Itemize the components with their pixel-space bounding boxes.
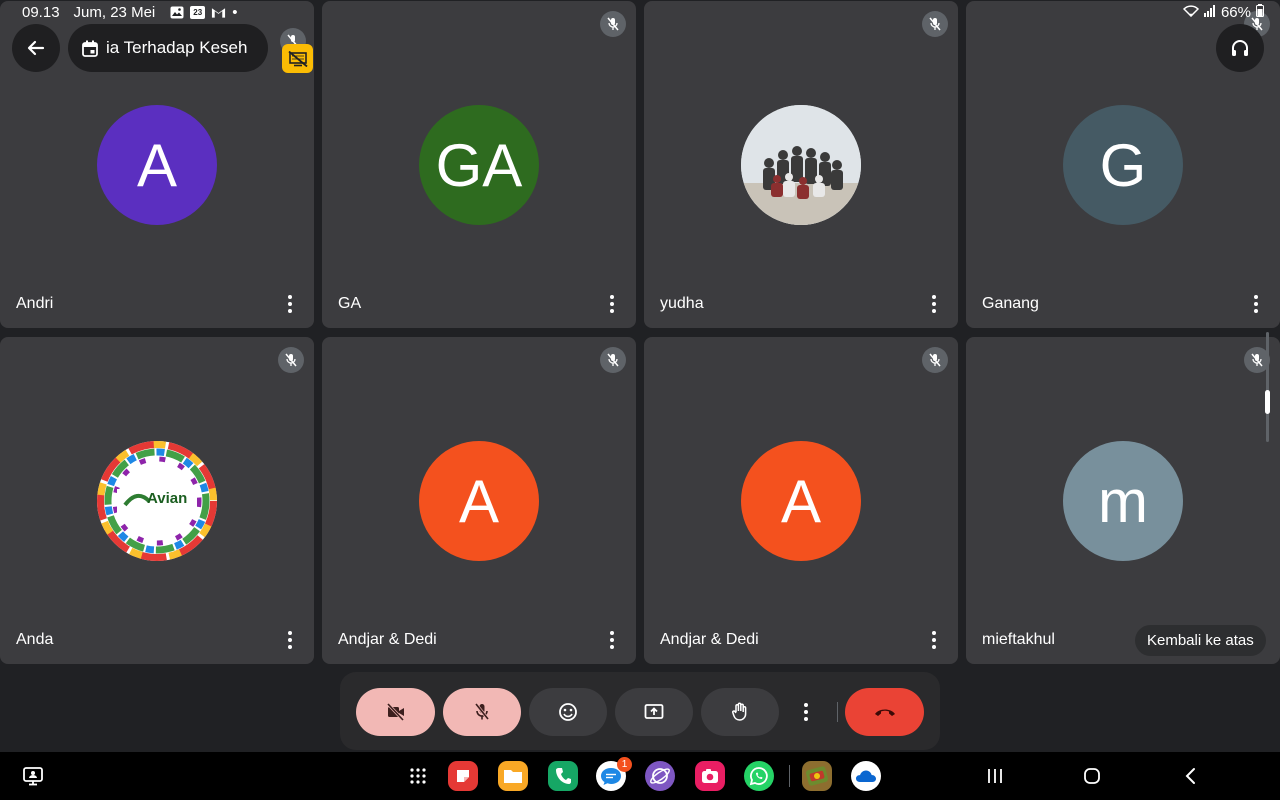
signal-icon xyxy=(1203,4,1216,21)
participant-avatar: m xyxy=(1063,441,1183,561)
status-bar: 09.13 Jum, 23 Mei 23 • 66% xyxy=(0,0,1280,24)
home-icon xyxy=(1084,768,1100,784)
system-taskbar: 1 xyxy=(0,752,1280,800)
scrollbar-thumb[interactable] xyxy=(1265,390,1270,414)
avian-brand-logo: Avian xyxy=(97,441,217,561)
hand-icon xyxy=(732,702,747,721)
more-options-button[interactable] xyxy=(788,688,824,736)
gallery-notification-icon xyxy=(169,6,184,19)
phone-icon[interactable] xyxy=(548,761,578,791)
status-time: 09.13 xyxy=(22,3,60,21)
participant-avatar: A xyxy=(97,105,217,225)
more-options-icon[interactable] xyxy=(602,628,622,652)
more-options-icon[interactable] xyxy=(280,292,300,316)
calendar-notification-icon: 23 xyxy=(190,5,206,19)
back-button[interactable] xyxy=(12,24,60,72)
participant-name: Ganang xyxy=(982,295,1039,312)
mic-muted-icon xyxy=(600,347,626,373)
raise-hand-button[interactable] xyxy=(701,688,779,736)
emoji-icon xyxy=(559,703,577,721)
camera-off-icon xyxy=(386,703,404,721)
wifi-icon xyxy=(1182,4,1200,21)
sticker-app-icon[interactable] xyxy=(448,761,478,791)
participant-avatar: G xyxy=(1063,105,1183,225)
browser-icon[interactable] xyxy=(645,761,675,791)
recent-apps-button[interactable] xyxy=(980,761,1010,791)
more-vert-icon xyxy=(796,700,816,724)
present-screen-icon xyxy=(644,704,664,719)
more-notifications-dot: • xyxy=(232,3,238,21)
screen-share-off-icon xyxy=(282,44,313,73)
participant-tile[interactable]: m mieftakhul xyxy=(966,337,1280,664)
status-date: Jum, 23 Mei xyxy=(73,3,156,21)
meeting-title: ia Terhadap Keseh xyxy=(106,38,248,57)
participant-tile[interactable]: yudha xyxy=(644,1,958,328)
scrollbar-track[interactable] xyxy=(1266,332,1269,442)
call-controls-bar xyxy=(340,672,940,750)
gmail-notification-icon xyxy=(211,6,226,19)
participant-name: mieftakhul xyxy=(982,631,1055,648)
mic-muted-icon xyxy=(922,347,948,373)
back-nav-button[interactable] xyxy=(1175,761,1205,791)
messages-icon[interactable]: 1 xyxy=(596,757,632,791)
home-button[interactable] xyxy=(1077,761,1107,791)
more-options-icon[interactable] xyxy=(924,628,944,652)
end-call-icon xyxy=(874,709,895,716)
files-icon[interactable] xyxy=(498,761,528,791)
more-options-icon[interactable] xyxy=(1246,292,1266,316)
participant-name: Andjar & Dedi xyxy=(338,631,437,648)
whatsapp-icon[interactable] xyxy=(744,761,774,791)
participant-avatar: A xyxy=(419,441,539,561)
reactions-button[interactable] xyxy=(529,688,607,736)
back-to-top-button[interactable]: Kembali ke atas xyxy=(1135,625,1266,656)
participant-tile[interactable]: A Andjar & Dedi xyxy=(644,337,958,664)
calendar-icon xyxy=(82,40,98,57)
divider xyxy=(837,702,838,722)
onedrive-icon[interactable] xyxy=(851,761,881,791)
arrow-back-icon xyxy=(27,40,45,56)
participant-name: Andri xyxy=(16,295,54,312)
participant-name: yudha xyxy=(660,295,704,312)
battery-icon xyxy=(1256,3,1264,21)
mic-muted-icon xyxy=(278,347,304,373)
logo-text: Avian xyxy=(147,490,188,507)
game-icon[interactable] xyxy=(802,761,832,791)
meet-call-screen: 09.13 Jum, 23 Mei 23 • 66% A Andri GA GA… xyxy=(0,0,1280,800)
battery-percent: 66% xyxy=(1220,3,1251,21)
recents-icon xyxy=(988,769,1002,783)
screen-share-status-icon[interactable] xyxy=(18,761,48,791)
more-options-icon[interactable] xyxy=(924,292,944,316)
participant-name: Andjar & Dedi xyxy=(660,631,759,648)
taskbar-divider xyxy=(788,761,790,791)
apps-grid-icon[interactable] xyxy=(403,761,433,791)
chevron-left-icon xyxy=(1185,768,1195,784)
participant-avatar: GA xyxy=(419,105,539,225)
camera-toggle-button[interactable] xyxy=(356,688,435,736)
participant-photo xyxy=(741,105,861,225)
mic-toggle-button[interactable] xyxy=(443,688,521,736)
meeting-title-chip[interactable]: ia Terhadap Keseh xyxy=(68,24,268,72)
headphones-icon xyxy=(1232,40,1248,56)
mic-off-icon xyxy=(474,703,490,720)
notification-badge: 1 xyxy=(617,757,632,772)
leave-call-button[interactable] xyxy=(845,688,924,736)
more-options-icon[interactable] xyxy=(280,628,300,652)
participant-tile-self[interactable]: Avian Anda xyxy=(0,337,314,664)
more-options-icon[interactable] xyxy=(602,292,622,316)
participant-tile[interactable]: GA GA xyxy=(322,1,636,328)
audio-output-button[interactable] xyxy=(1216,24,1264,72)
participant-name: Anda xyxy=(16,631,54,648)
participant-tile[interactable]: A Andjar & Dedi xyxy=(322,337,636,664)
camera-app-icon[interactable] xyxy=(695,761,725,791)
participant-name: GA xyxy=(338,295,362,312)
participant-avatar: A xyxy=(741,441,861,561)
present-screen-button[interactable] xyxy=(615,688,693,736)
